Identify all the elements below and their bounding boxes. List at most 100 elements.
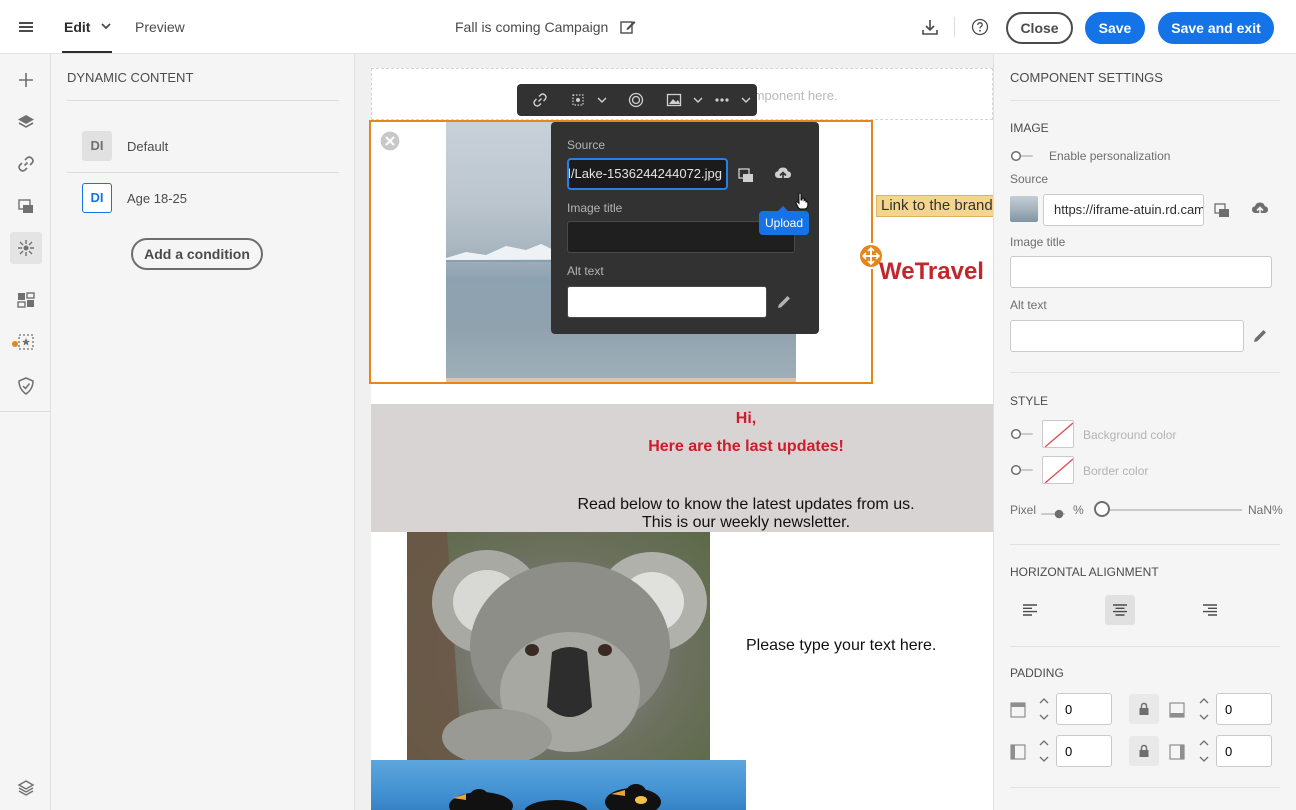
save-and-exit-button[interactable]: Save and exit xyxy=(1158,12,1274,44)
link-to-brand[interactable]: Link to the brand xyxy=(876,195,993,217)
padding-top-stepper[interactable] xyxy=(1034,693,1054,725)
hand-cursor-icon xyxy=(795,192,809,210)
padding-top-input[interactable] xyxy=(1056,693,1112,725)
section-image: IMAGE xyxy=(1010,121,1049,135)
fragments-icon[interactable] xyxy=(16,332,36,352)
section-style: STYLE xyxy=(1010,394,1049,408)
toolbar-separator xyxy=(954,17,955,37)
email-body: component here. Link to the brand WeTrav… xyxy=(369,68,993,810)
padding-left-icon xyxy=(1010,744,1026,760)
padding-right-stepper[interactable] xyxy=(1194,735,1214,767)
chevron-down-icon[interactable] xyxy=(597,95,607,105)
dynamic-content-panel: DYNAMIC CONTENT DI Default DI Age 18-25 … xyxy=(51,54,355,810)
source-input[interactable]: ad/Lake-1536244244072.jpg xyxy=(567,158,728,190)
component-settings-panel: COMPONENT SETTINGS IMAGE Enable personal… xyxy=(993,54,1296,810)
unit-switch[interactable] xyxy=(1040,508,1066,520)
list-item-age-18-25[interactable]: Age 18-25 xyxy=(127,191,187,206)
align-center-button[interactable] xyxy=(1105,595,1135,625)
close-button[interactable]: Close xyxy=(1006,12,1073,44)
upload-icon[interactable] xyxy=(1251,200,1269,218)
divider xyxy=(1010,372,1280,373)
alt-text-input[interactable] xyxy=(567,286,767,318)
layers-bottom-icon[interactable] xyxy=(16,778,36,798)
left-rail xyxy=(0,54,51,810)
tab-edit[interactable]: Edit xyxy=(64,0,90,54)
menu-icon[interactable] xyxy=(16,17,36,37)
pencil-icon[interactable] xyxy=(1251,327,1269,345)
padding-left-input[interactable] xyxy=(1056,735,1112,767)
divider xyxy=(67,100,339,101)
personalization-toggle[interactable] xyxy=(1010,150,1034,162)
divider xyxy=(1010,787,1280,788)
source-label: Source xyxy=(567,138,606,152)
link-icon[interactable] xyxy=(532,92,548,108)
upload-tooltip: Upload xyxy=(759,206,809,235)
save-button[interactable]: Save xyxy=(1085,12,1145,44)
pencil-icon[interactable] xyxy=(775,293,793,311)
padding-lock-button[interactable] xyxy=(1129,694,1159,724)
alt-text-input[interactable] xyxy=(1010,320,1244,352)
list-item-default[interactable]: Default xyxy=(127,139,168,154)
penguins-image[interactable] xyxy=(371,760,746,810)
asset-picker-icon[interactable] xyxy=(737,166,755,184)
padding-left-stepper[interactable] xyxy=(1034,735,1054,767)
padding-bottom-icon xyxy=(1169,702,1185,718)
divider xyxy=(1010,646,1280,647)
padding-right-input[interactable] xyxy=(1216,735,1272,767)
border-color-swatch[interactable] xyxy=(1042,456,1074,484)
section-padding: PADDING xyxy=(1010,666,1064,680)
chevron-down-icon[interactable] xyxy=(100,20,112,32)
alt-text-label: Alt text xyxy=(1010,298,1047,312)
asset-picker-icon[interactable] xyxy=(1213,201,1231,219)
add-icon[interactable] xyxy=(16,70,36,90)
image-link-icon[interactable] xyxy=(16,196,36,216)
width-slider-track[interactable] xyxy=(1096,509,1242,511)
email-canvas: component here. Link to the brand WeTrav… xyxy=(355,54,993,810)
source-label: Source xyxy=(1010,172,1049,186)
rail-separator xyxy=(0,411,51,412)
brand-logo-text: WeTravel xyxy=(879,258,984,285)
link-icon[interactable] xyxy=(16,154,36,174)
structure-icon[interactable] xyxy=(570,92,586,108)
divider xyxy=(1010,100,1280,101)
align-left-button[interactable] xyxy=(1015,595,1045,625)
border-color-toggle[interactable] xyxy=(1010,464,1034,476)
image-title-label: Image title xyxy=(1010,235,1066,249)
intro-line-1: Read below to know the latest updates fr… xyxy=(577,496,915,513)
upload-icon[interactable] xyxy=(774,165,792,183)
background-color-swatch[interactable] xyxy=(1042,420,1074,448)
chevron-down-icon[interactable] xyxy=(693,95,703,105)
greeting-block[interactable]: Hi, Here are the last updates! Read belo… xyxy=(371,404,993,532)
koala-image[interactable] xyxy=(407,532,710,760)
padding-lock-button[interactable] xyxy=(1129,736,1159,766)
structure-icon[interactable] xyxy=(16,238,36,258)
chevron-down-icon[interactable] xyxy=(741,95,751,105)
tab-preview[interactable]: Preview xyxy=(135,0,185,54)
image-title-input[interactable] xyxy=(1010,256,1272,288)
padding-bottom-stepper[interactable] xyxy=(1194,693,1214,725)
more-icon[interactable] xyxy=(714,92,730,108)
padding-right-icon xyxy=(1169,744,1185,760)
source-input[interactable]: https://iframe-atuin.rd.cam xyxy=(1043,194,1204,226)
nan-label: NaN% xyxy=(1248,503,1283,517)
greeting-updates: Here are the last updates! xyxy=(648,438,844,455)
add-condition-button[interactable]: Add a condition xyxy=(131,238,263,270)
text-placeholder[interactable]: Please type your text here. xyxy=(746,637,936,655)
edit-icon[interactable] xyxy=(619,18,637,36)
image-icon[interactable] xyxy=(666,92,682,108)
shield-icon[interactable] xyxy=(16,376,36,396)
width-slider-knob[interactable] xyxy=(1094,501,1110,517)
percent-label: % xyxy=(1073,503,1084,517)
image-toolbar xyxy=(517,84,757,116)
di-badge-default: DI xyxy=(82,131,112,161)
padding-bottom-input[interactable] xyxy=(1216,693,1272,725)
background-color-toggle[interactable] xyxy=(1010,428,1034,440)
download-icon[interactable] xyxy=(921,18,939,36)
delete-icon[interactable] xyxy=(379,130,401,152)
alt-text-label: Alt text xyxy=(567,264,604,278)
creative-cloud-icon[interactable] xyxy=(628,92,644,108)
layers-icon[interactable] xyxy=(16,112,36,132)
content-components-icon[interactable] xyxy=(16,290,36,310)
align-right-button[interactable] xyxy=(1195,595,1225,625)
help-icon[interactable] xyxy=(971,18,989,36)
